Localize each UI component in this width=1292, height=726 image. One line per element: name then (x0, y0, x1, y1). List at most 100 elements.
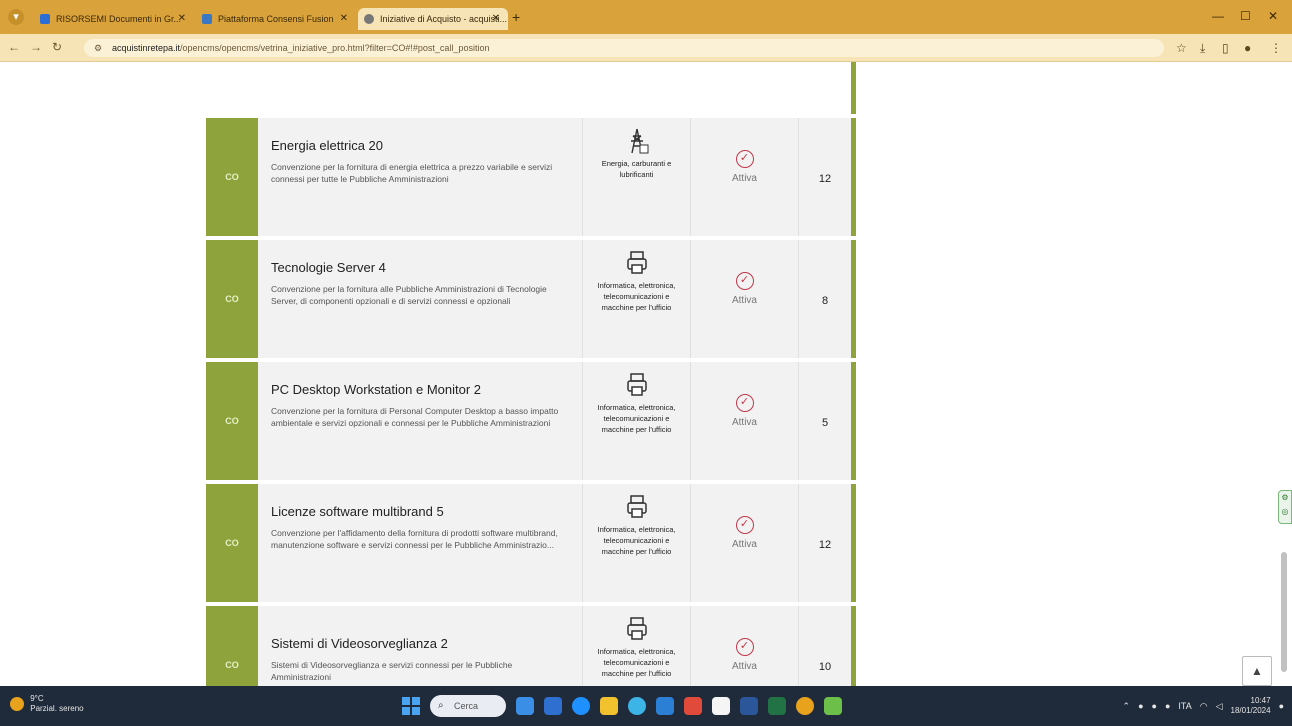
notification-icon[interactable]: ● (1279, 701, 1284, 711)
language-indicator[interactable]: ITA (1178, 701, 1191, 711)
store-icon[interactable] (712, 697, 730, 715)
word-icon[interactable] (740, 697, 758, 715)
initiative-card[interactable]: CO Energia elettrica 20 Convenzione per … (206, 118, 856, 236)
initiative-card[interactable]: CO Tecnologie Server 4 Convenzione per l… (206, 240, 856, 358)
type-tag: CO (206, 118, 258, 236)
scrollbar-thumb[interactable] (1281, 552, 1287, 672)
star-icon[interactable]: ☆ (1176, 41, 1187, 55)
lot-count: 10 (798, 606, 851, 686)
close-tab-icon[interactable]: ✕ (492, 8, 500, 30)
printer-icon (626, 373, 647, 396)
browser-tab[interactable]: RISORSEMI Documenti in Gr... ✕ (34, 8, 194, 30)
browser-tab-active[interactable]: Iniziative di Acquisto - acquisti... ✕ (358, 8, 508, 30)
new-tab-button[interactable]: + (512, 9, 520, 25)
accessibility-widget-icon[interactable]: ⚙ ◎ (1278, 490, 1292, 524)
chrome-icon[interactable] (796, 697, 814, 715)
system-tray: ⌃ ● ● ● ITA ◠ ◁ 10:47 18/01/2024 ● (1123, 696, 1284, 716)
card-title[interactable]: PC Desktop Workstation e Monitor 2 (271, 382, 572, 397)
outlook-icon[interactable] (656, 697, 674, 715)
task-view-icon[interactable] (544, 697, 562, 715)
back-icon[interactable]: ← (8, 40, 20, 54)
type-tag: CO (206, 606, 258, 686)
type-tag: CO (206, 240, 258, 358)
tray-app-icon[interactable]: ● (1165, 701, 1170, 711)
card-description: Convenzione per la fornitura di Personal… (271, 406, 559, 428)
office-icon[interactable] (684, 697, 702, 715)
status-label: Attiva (731, 417, 757, 428)
wifi-icon[interactable]: ◠ (1200, 701, 1208, 712)
tab-menu-button[interactable]: ▾ (8, 9, 24, 25)
browser-icon[interactable] (628, 697, 646, 715)
card-category: Energia, carburanti e lubrificanti (582, 118, 690, 236)
card-status: ✓ Attiva (690, 362, 798, 480)
forward-icon[interactable]: → (30, 40, 42, 54)
profile-icon[interactable]: ● (1244, 41, 1251, 55)
card-category: Informatica, elettronica, telecomunicazi… (582, 484, 690, 602)
excel-icon[interactable] (768, 697, 786, 715)
card-status: ✓ Attiva (690, 484, 798, 602)
status-label: Attiva (731, 173, 757, 184)
sidebar-icon[interactable]: ▯ (1222, 41, 1229, 55)
taskbar-search[interactable]: ⌕ Cerca (430, 695, 506, 717)
url-field[interactable]: ⚙ acquistinretepa.it/opencms/opencms/vet… (84, 39, 1164, 57)
lot-count: 12 (798, 118, 851, 236)
initiative-card[interactable]: CO Licenze software multibrand 5 Convenz… (206, 484, 856, 602)
initiative-card[interactable]: CO Sistemi di Videosorveglianza 2 Sistem… (206, 606, 856, 686)
clock[interactable]: 10:47 18/01/2024 (1231, 696, 1271, 716)
check-circle-icon: ✓ (735, 272, 754, 290)
category-label: Informatica, elettronica, telecomunicazi… (597, 281, 676, 312)
edge-icon[interactable] (572, 697, 590, 715)
initiative-card[interactable]: CO PC Desktop Workstation e Monitor 2 Co… (206, 362, 856, 480)
power-pylon-icon (630, 128, 648, 154)
file-explorer-icon[interactable] (600, 697, 618, 715)
check-circle-icon: ✓ (735, 150, 754, 168)
check-circle-icon: ✓ (735, 394, 754, 412)
printer-icon (626, 495, 647, 518)
card-description: Sistemi di Videosorveglianza e servizi c… (271, 660, 513, 682)
maximize-button[interactable]: ☐ (1240, 9, 1251, 23)
card-description: Convenzione per la fornitura alle Pubbli… (271, 284, 547, 306)
tray-app-icon[interactable]: ● (1138, 701, 1143, 711)
close-tab-icon[interactable]: ✕ (178, 8, 186, 30)
menu-icon[interactable]: ⋮ (1270, 41, 1282, 55)
card-main: Tecnologie Server 4 Convenzione per la f… (258, 240, 582, 358)
card-title[interactable]: Licenze software multibrand 5 (271, 504, 572, 519)
browser-tab[interactable]: Piattaforma Consensi Fusion ✕ (196, 8, 356, 30)
app-icon[interactable] (824, 697, 842, 715)
site-info-icon[interactable]: ⚙ (94, 39, 102, 57)
minimize-button[interactable]: — (1212, 9, 1224, 23)
card-title[interactable]: Energia elettrica 20 (271, 138, 572, 153)
card-status: ✓ Attiva (690, 118, 798, 236)
category-label: Energia, carburanti e lubrificanti (601, 159, 672, 179)
download-icon[interactable]: ⤓ (1200, 41, 1205, 56)
reload-icon[interactable]: ↻ (52, 40, 62, 54)
printer-icon (626, 617, 647, 640)
close-window-button[interactable]: ✕ (1268, 9, 1278, 23)
taskbar-apps: ⌕ Cerca (402, 694, 842, 718)
card-category: Informatica, elettronica, telecomunicazi… (582, 606, 690, 686)
browser-tab-bar: ▾ RISORSEMI Documenti in Gr... ✕ Piattaf… (0, 0, 1292, 34)
card-title[interactable]: Tecnologie Server 4 (271, 260, 572, 275)
status-label: Attiva (731, 661, 757, 672)
weather-widget[interactable]: 9°C Parzial. sereno (10, 694, 84, 714)
page-content: CO Energia elettrica 20 Convenzione per … (0, 62, 1292, 686)
weather-icon (10, 697, 24, 711)
card-main: PC Desktop Workstation e Monitor 2 Conve… (258, 362, 582, 480)
card-title[interactable]: Sistemi di Videosorveglianza 2 (271, 636, 572, 651)
status-label: Attiva (731, 295, 757, 306)
page-scrollbar[interactable] (1280, 72, 1288, 682)
chevron-up-icon[interactable]: ⌃ (1123, 701, 1131, 712)
close-tab-icon[interactable]: ✕ (340, 8, 348, 30)
volume-icon[interactable]: ◁ (1216, 701, 1223, 712)
lot-count: 12 (798, 484, 851, 602)
back-to-top-button[interactable]: ▲ (1242, 656, 1272, 686)
start-icon[interactable] (402, 697, 420, 715)
initiative-list: CO Energia elettrica 20 Convenzione per … (206, 62, 856, 686)
card-main: Sistemi di Videosorveglianza 2 Sistemi d… (258, 606, 582, 686)
card-category: Informatica, elettronica, telecomunicazi… (582, 362, 690, 480)
lot-count: 8 (798, 240, 851, 358)
tray-app-icon[interactable]: ● (1152, 701, 1157, 711)
widgets-icon[interactable] (516, 697, 534, 715)
category-label: Informatica, elettronica, telecomunicazi… (597, 403, 676, 434)
type-tag: CO (206, 362, 258, 480)
